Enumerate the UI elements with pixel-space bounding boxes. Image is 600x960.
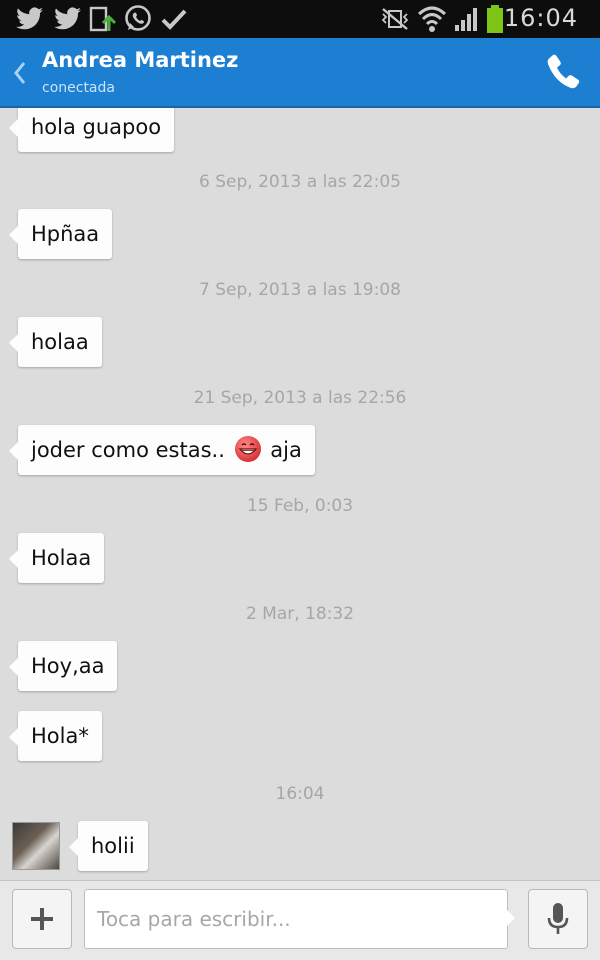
attach-button[interactable] — [12, 889, 72, 949]
message-text: Hoy,aa — [31, 654, 105, 678]
message-timestamp: 16:04 — [275, 784, 325, 804]
back-chevron-icon[interactable] — [12, 60, 32, 86]
message-text: Hpñaa — [31, 222, 100, 246]
call-button[interactable] — [544, 52, 584, 92]
status-time: 16:04 — [503, 4, 578, 32]
signal-icon — [452, 4, 482, 34]
download-icon — [88, 4, 118, 34]
message-text: holii — [91, 834, 135, 858]
message-text: joder como estas.. — [31, 438, 225, 462]
check-icon — [158, 4, 190, 34]
twitter-icon — [14, 4, 46, 34]
message-text: aja — [270, 438, 302, 462]
message-input[interactable] — [84, 889, 508, 949]
message-text: hola guapoo — [31, 115, 162, 139]
message-bubble[interactable]: hola guapoo — [8, 108, 175, 152]
status-bar: 16:04 — [0, 0, 600, 38]
whatsapp-icon — [122, 4, 154, 34]
message-timestamp: 6 Sep, 2013 a las 22:05 — [199, 172, 401, 192]
message-bubble[interactable]: Hola* — [9, 711, 102, 761]
vibrate-mute-icon — [380, 4, 410, 34]
message-timestamp: 2 Mar, 18:32 — [245, 604, 355, 624]
microphone-icon — [547, 903, 569, 934]
message-bubble[interactable]: joder como estas.. aja — [9, 425, 315, 475]
grinning-face-icon — [234, 436, 261, 462]
chat-header: Andrea Martinez conectada — [0, 38, 600, 108]
message-timestamp: 21 Sep, 2013 a las 22:56 — [193, 388, 407, 408]
input-tail — [507, 910, 515, 926]
message-timestamp: 7 Sep, 2013 a las 19:08 — [199, 280, 401, 300]
battery-icon — [484, 4, 506, 34]
compose-bar — [0, 880, 600, 960]
contact-status: conectada — [42, 80, 115, 96]
message-bubble[interactable]: Hpñaa — [8, 209, 113, 259]
phone-icon — [547, 54, 580, 89]
message-text: holaa — [31, 330, 89, 354]
wifi-icon — [416, 4, 448, 34]
twitter-icon — [52, 4, 84, 34]
message-bubble[interactable]: Holaa — [8, 533, 105, 583]
voice-record-button[interactable] — [528, 889, 588, 949]
message-text: Holaa — [31, 546, 92, 570]
message-text: Hola* — [31, 724, 89, 748]
contact-name[interactable]: Andrea Martinez — [42, 48, 238, 72]
message-bubble[interactable]: holii — [69, 821, 148, 871]
message-bubble[interactable]: holaa — [9, 317, 102, 367]
contact-avatar[interactable] — [12, 822, 60, 870]
message-bubble[interactable]: Hoy,aa — [8, 641, 118, 691]
message-timestamp: 15 Feb, 0:03 — [246, 496, 354, 516]
plus-icon — [31, 908, 53, 930]
chat-thread[interactable]: hola guapoo 6 Sep, 2013 a las 22:05 Hpña… — [0, 108, 600, 880]
